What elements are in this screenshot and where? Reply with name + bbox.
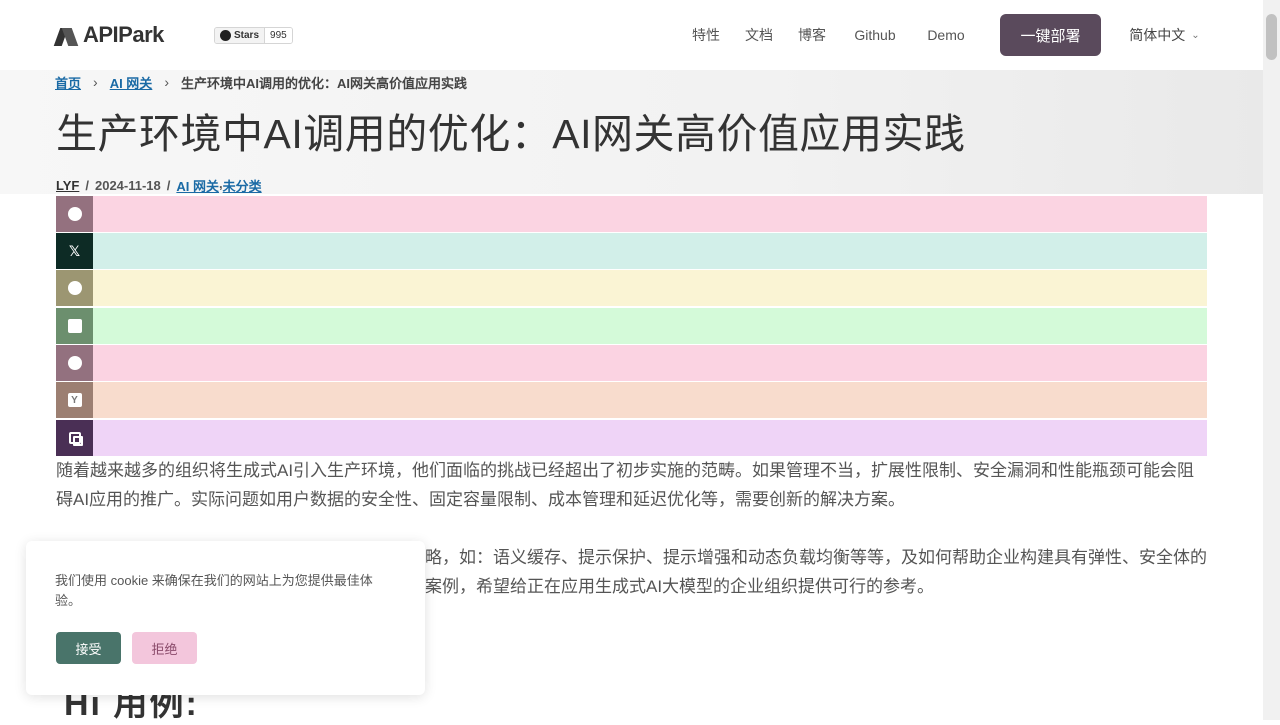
share-facebook[interactable] [56,196,1207,232]
language-selector[interactable]: 简体中文 ⌄ [1121,0,1208,70]
breadcrumb-category[interactable]: AI 网关 [110,73,153,92]
share-pinterest[interactable] [56,270,1207,306]
share-bar [93,345,1207,381]
reddit-icon [67,356,82,370]
stars-label: Stars [234,30,260,41]
x-icon: 𝕏 [56,233,93,269]
facebook-icon [67,207,82,221]
logo-text: APIPark [83,22,164,47]
scrollbar-thumb[interactable] [1266,14,1277,60]
linkedin-icon-wrap [56,308,93,344]
article-paragraph: 略，如：语义缓存、提示保护、提示增强和动态负载均衡等等，及如何帮助企业构建具有弹… [425,548,1207,596]
stars-count: 995 [265,28,292,43]
share-reddit[interactable] [56,345,1207,381]
nav-github[interactable]: Github [839,0,911,70]
share-bar [93,196,1207,232]
copy-link-icon [68,432,83,446]
deploy-button[interactable]: 一键部署 [1000,14,1101,56]
nav-features[interactable]: 特性 [680,0,732,70]
nav-docs[interactable]: 文档 [733,0,785,70]
share-bar [93,382,1207,418]
hackernews-icon-wrap: Y [56,382,93,418]
logo[interactable]: APIPark [55,22,195,48]
copy-link-icon-wrap [56,420,93,456]
pinterest-icon-wrap [56,270,93,306]
category-link-ai-gateway[interactable]: AI 网关 [176,176,219,195]
chevron-right-icon: › [164,74,169,90]
page-title: 生产环境中AI调用的优化：AI网关高价值应用实践 [56,111,966,157]
chevron-right-icon: › [93,74,98,90]
scrollbar[interactable] [1263,0,1280,720]
stars-label-wrap: Stars [215,28,266,43]
logo-mark-icon [55,24,79,46]
category-link-uncategorized[interactable]: 未分类 [223,176,262,195]
hackernews-icon: Y [67,393,82,407]
chevron-down-icon: ⌄ [1191,29,1200,41]
breadcrumb-current: 生产环境中AI调用的优化：AI网关高价值应用实践 [180,75,467,91]
github-icon [220,30,231,41]
share-bar [93,308,1207,344]
linkedin-icon [67,319,82,333]
share-x[interactable]: 𝕏 [56,233,1207,269]
accept-cookie-button[interactable]: 接受 [56,632,121,664]
pinterest-icon [67,281,82,295]
share-bar [93,270,1207,306]
cookie-banner: 我们使用 cookie 来确保在我们的网站上为您提供最佳体验。 接受 拒绝 [26,541,425,695]
publish-date: 2024-11-18 [94,177,161,193]
breadcrumb-home[interactable]: 首页 [55,73,81,92]
article-meta: LYF / 2024-11-18 / AI 网关, 未分类 [56,176,262,194]
nav-demo[interactable]: Demo [912,0,980,70]
reject-cookie-button[interactable]: 拒绝 [132,632,197,664]
language-label: 简体中文 [1129,27,1186,43]
author-link[interactable]: LYF [56,178,79,193]
meta-separator: / [166,177,171,193]
share-linkedin[interactable] [56,308,1207,344]
cookie-text: 我们使用 cookie 来确保在我们的网站上为您提供最佳体验。 [55,573,373,608]
share-hackernews[interactable]: Y [56,382,1207,418]
breadcrumb: 首页 › AI 网关 › 生产环境中AI调用的优化：AI网关高价值应用实践 [55,73,467,91]
share-bar [93,420,1207,456]
facebook-icon-wrap [56,196,93,232]
share-bar [93,233,1207,269]
github-stars-badge[interactable]: Stars 995 [214,27,293,44]
nav-blog[interactable]: 博客 [786,0,838,70]
share-copy-link[interactable] [56,420,1207,456]
reddit-icon-wrap [56,345,93,381]
site-header: APIPark Stars 995 特性 文档 博客 Github Demo 一… [0,0,1263,70]
article-paragraph: 随着越来越多的组织将生成式AI引入生产环境，他们面临的挑战已经超出了初步实施的范… [56,461,1195,509]
meta-separator: / [85,177,89,193]
